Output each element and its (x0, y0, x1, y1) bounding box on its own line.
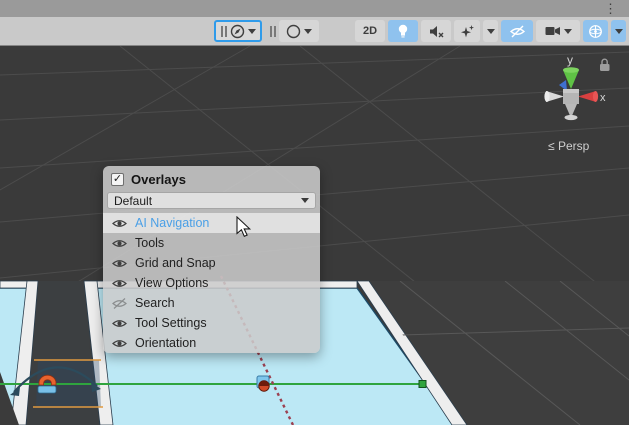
overlays-checkbox[interactable]: ✓ (111, 173, 124, 186)
kebab-menu-icon[interactable]: ⋮ (604, 0, 617, 17)
overlay-item-orientation[interactable]: Orientation (103, 333, 320, 353)
sparkle-star-icon (460, 24, 475, 39)
eye-slash-icon[interactable] (112, 298, 127, 309)
overlay-item-search[interactable]: Search (103, 293, 320, 313)
overlay-item-label: Tools (135, 236, 164, 250)
camera-settings-button[interactable] (536, 20, 580, 42)
overlays-panel-title: Overlays (131, 172, 186, 187)
eye-icon[interactable] (112, 258, 127, 269)
eye-slash-icon (509, 25, 526, 38)
scene-toolbar: 2D (0, 17, 629, 46)
chevron-down-icon (615, 29, 623, 34)
eye-icon[interactable] (112, 318, 127, 329)
effects-toggle-button[interactable] (454, 20, 480, 42)
drag-handle-icon[interactable] (221, 26, 227, 37)
drag-handle-icon[interactable] (270, 26, 276, 37)
gizmos-dropdown-button[interactable] (611, 20, 626, 42)
overlay-item-label: View Options (135, 276, 208, 290)
eye-icon[interactable] (112, 238, 127, 249)
overlay-item-label: Tool Settings (135, 316, 207, 330)
audio-toggle-button[interactable] (421, 20, 451, 42)
chevron-down-icon (248, 29, 256, 34)
axis-x-label: x (600, 92, 606, 104)
overlay-preset-value: Default (114, 194, 301, 208)
overlay-item-view-options[interactable]: View Options (103, 273, 320, 293)
chevron-down-icon (487, 29, 495, 34)
overlays-panel: ✓ Overlays Default AI Navigation Tools G… (103, 166, 320, 353)
overlay-item-tool-settings[interactable]: Tool Settings (103, 313, 320, 333)
overlay-item-tools[interactable]: Tools (103, 233, 320, 253)
window-titlebar: ⋮ (0, 0, 629, 17)
gizmos-toggle-button[interactable] (583, 20, 608, 42)
video-camera-icon (545, 25, 561, 37)
2d-label: 2D (363, 25, 377, 37)
chevron-down-icon (301, 198, 309, 203)
axis-y-label: y (567, 53, 573, 67)
overlay-list: AI Navigation Tools Grid and Snap View O… (103, 213, 320, 353)
chevron-down-icon (304, 29, 312, 34)
overlay-item-label: Search (135, 296, 175, 310)
overlay-item-grid-and-snap[interactable]: Grid and Snap (103, 253, 320, 273)
lightbulb-icon (397, 24, 409, 39)
overlays-menu-button[interactable] (214, 20, 262, 42)
overlay-item-label: AI Navigation (135, 216, 209, 230)
mouse-cursor (236, 216, 252, 238)
effects-dropdown-button[interactable] (483, 20, 498, 42)
2d-mode-button[interactable]: 2D (355, 20, 385, 42)
eye-icon[interactable] (112, 338, 127, 349)
eye-icon[interactable] (112, 278, 127, 289)
scene-visibility-button[interactable] (501, 20, 533, 42)
lighting-toggle-button[interactable] (388, 20, 418, 42)
eye-icon[interactable] (112, 218, 127, 229)
overlay-item-label: Grid and Snap (135, 256, 216, 270)
draw-mode-button[interactable] (279, 20, 319, 42)
shaded-sphere-icon (286, 24, 301, 39)
overlays-panel-header: ✓ Overlays (103, 166, 320, 190)
link-endpoint (419, 381, 426, 388)
speaker-muted-icon (429, 25, 444, 38)
projection-toggle[interactable]: ≤ Persp (548, 139, 590, 153)
gizmo-sphere-icon (588, 24, 603, 39)
overlay-preset-dropdown[interactable]: Default (107, 192, 316, 209)
chevron-down-icon (564, 29, 572, 34)
compass-overlays-icon (230, 24, 245, 39)
overlay-item-ai-navigation[interactable]: AI Navigation (103, 213, 320, 233)
overlay-item-label: Orientation (135, 336, 196, 350)
